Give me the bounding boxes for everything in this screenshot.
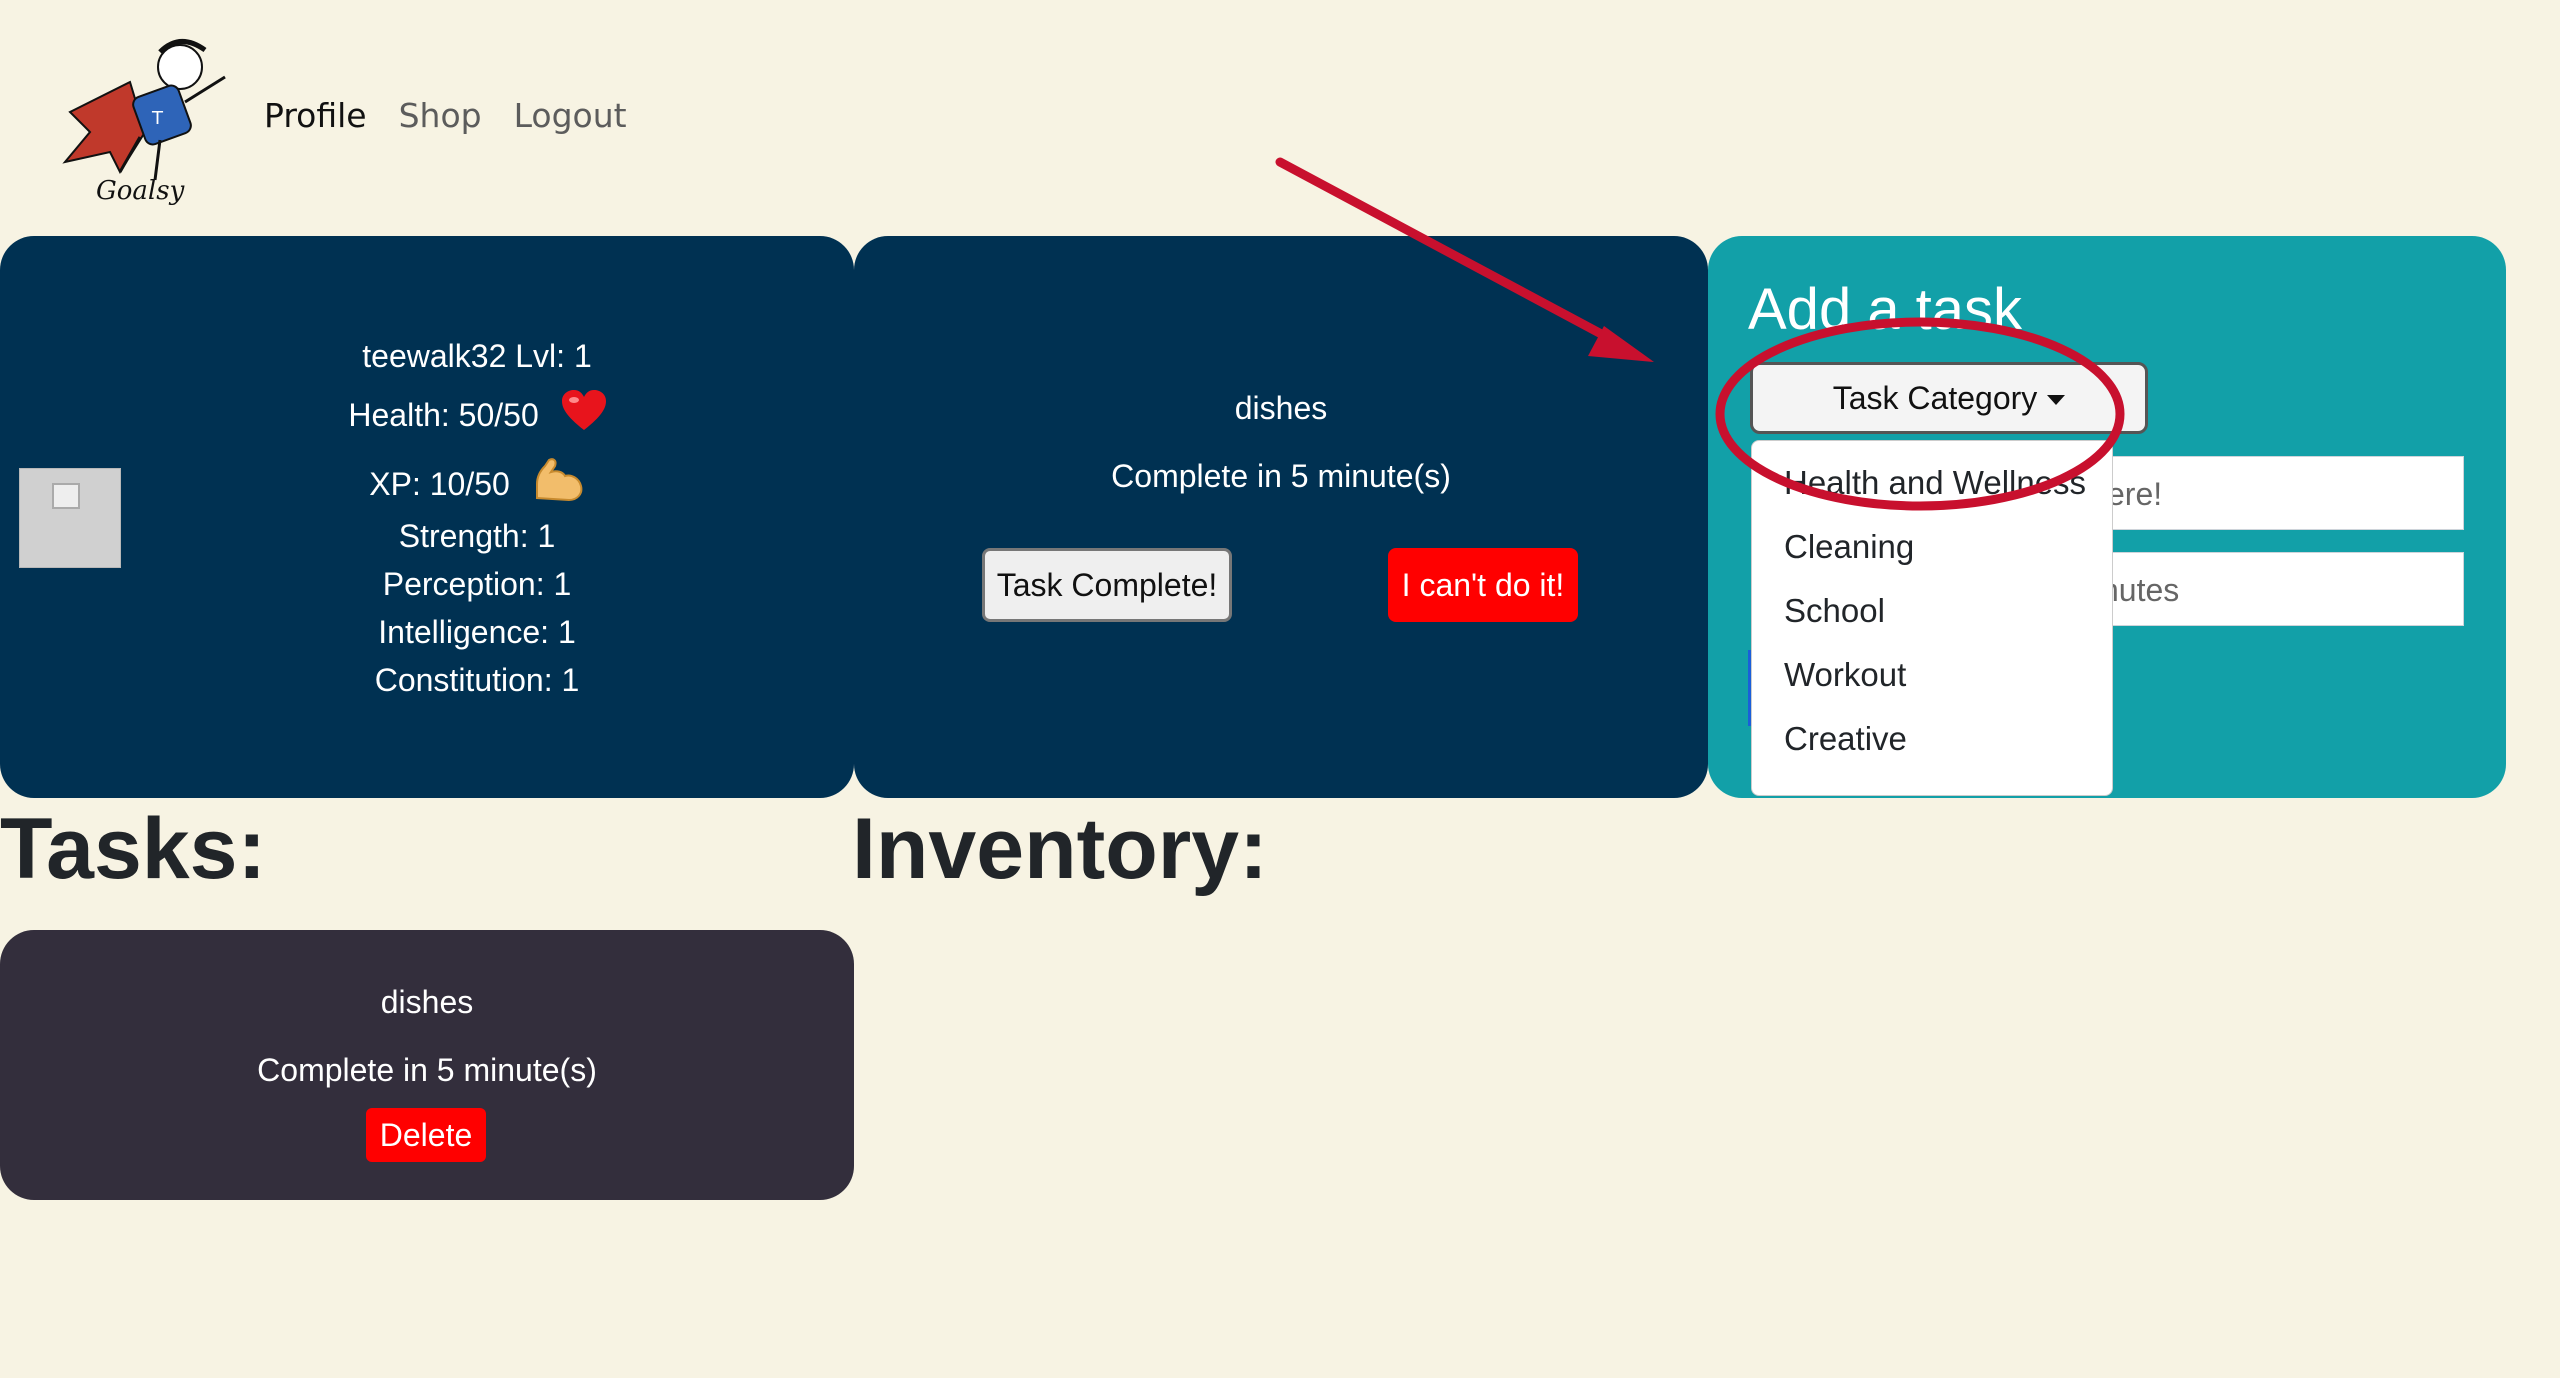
task-list-item: dishes Complete in 5 minute(s) Delete (0, 930, 854, 1200)
current-task-duration: Complete in 5 minute(s) (1111, 458, 1451, 494)
xp-row: XP: 10/50 (100, 458, 854, 506)
health-row: Health: 50/50 (100, 390, 854, 438)
nav-profile-link[interactable]: Profile (264, 96, 367, 135)
task-category-menu: Health and Wellness Cleaning School Work… (1751, 440, 2113, 796)
task-name-input[interactable]: ere! (2096, 456, 2464, 530)
top-nav: Profile Shop Logout (264, 96, 627, 135)
task-category-dropdown-button[interactable]: Task Category (1750, 362, 2148, 434)
strength-stat: Strength: 1 (398, 518, 556, 554)
perception-stat: Perception: 1 (382, 566, 572, 602)
task-minutes-input[interactable]: nutes (2096, 552, 2464, 626)
task-item-duration: Complete in 5 minute(s) (257, 1052, 597, 1088)
health-text: Health: 50/50 (348, 396, 539, 433)
category-option-cleaning[interactable]: Cleaning (1752, 515, 2112, 579)
xp-text: XP: 10/50 (369, 465, 510, 502)
flexed-biceps-icon (533, 458, 585, 515)
intelligence-stat: Intelligence: 1 (378, 614, 576, 650)
nav-logout-link[interactable]: Logout (514, 96, 627, 135)
character-stats: teewalk32 Lvl: 1 Health: 50/50 XP: 10/50… (100, 332, 854, 704)
broken-image-icon (52, 483, 80, 509)
task-name-placeholder: ere! (2107, 476, 2163, 512)
current-task-card: dishes Complete in 5 minute(s) Task Comp… (854, 236, 1708, 798)
task-category-label: Task Category (1832, 379, 2038, 416)
task-complete-button[interactable]: Task Complete! (982, 548, 1232, 622)
inventory-heading: Inventory: (852, 801, 1268, 897)
constitution-stat: Constitution: 1 (374, 662, 580, 698)
brand-name: Goalsy (96, 176, 185, 206)
tasks-heading: Tasks: (0, 801, 267, 897)
nav-shop-link[interactable]: Shop (399, 96, 482, 135)
svg-text:T: T (151, 108, 164, 129)
delete-task-button[interactable]: Delete (366, 1108, 486, 1162)
task-item-title: dishes (380, 984, 474, 1020)
cant-do-it-button[interactable]: I can't do it! (1388, 548, 1578, 622)
category-option-health[interactable]: Health and Wellness (1752, 451, 2112, 515)
profile-card: teewalk32 Lvl: 1 Health: 50/50 XP: 10/50… (0, 236, 854, 798)
category-option-creative[interactable]: Creative (1752, 707, 2112, 771)
category-option-workout[interactable]: Workout (1752, 643, 2112, 707)
caret-down-icon (2047, 395, 2066, 406)
add-task-title: Add a task (1748, 277, 2023, 342)
heart-icon (561, 390, 606, 445)
current-task-title: dishes (1234, 390, 1328, 426)
username-level: teewalk32 Lvl: 1 (362, 338, 592, 374)
category-option-school[interactable]: School (1752, 579, 2112, 643)
